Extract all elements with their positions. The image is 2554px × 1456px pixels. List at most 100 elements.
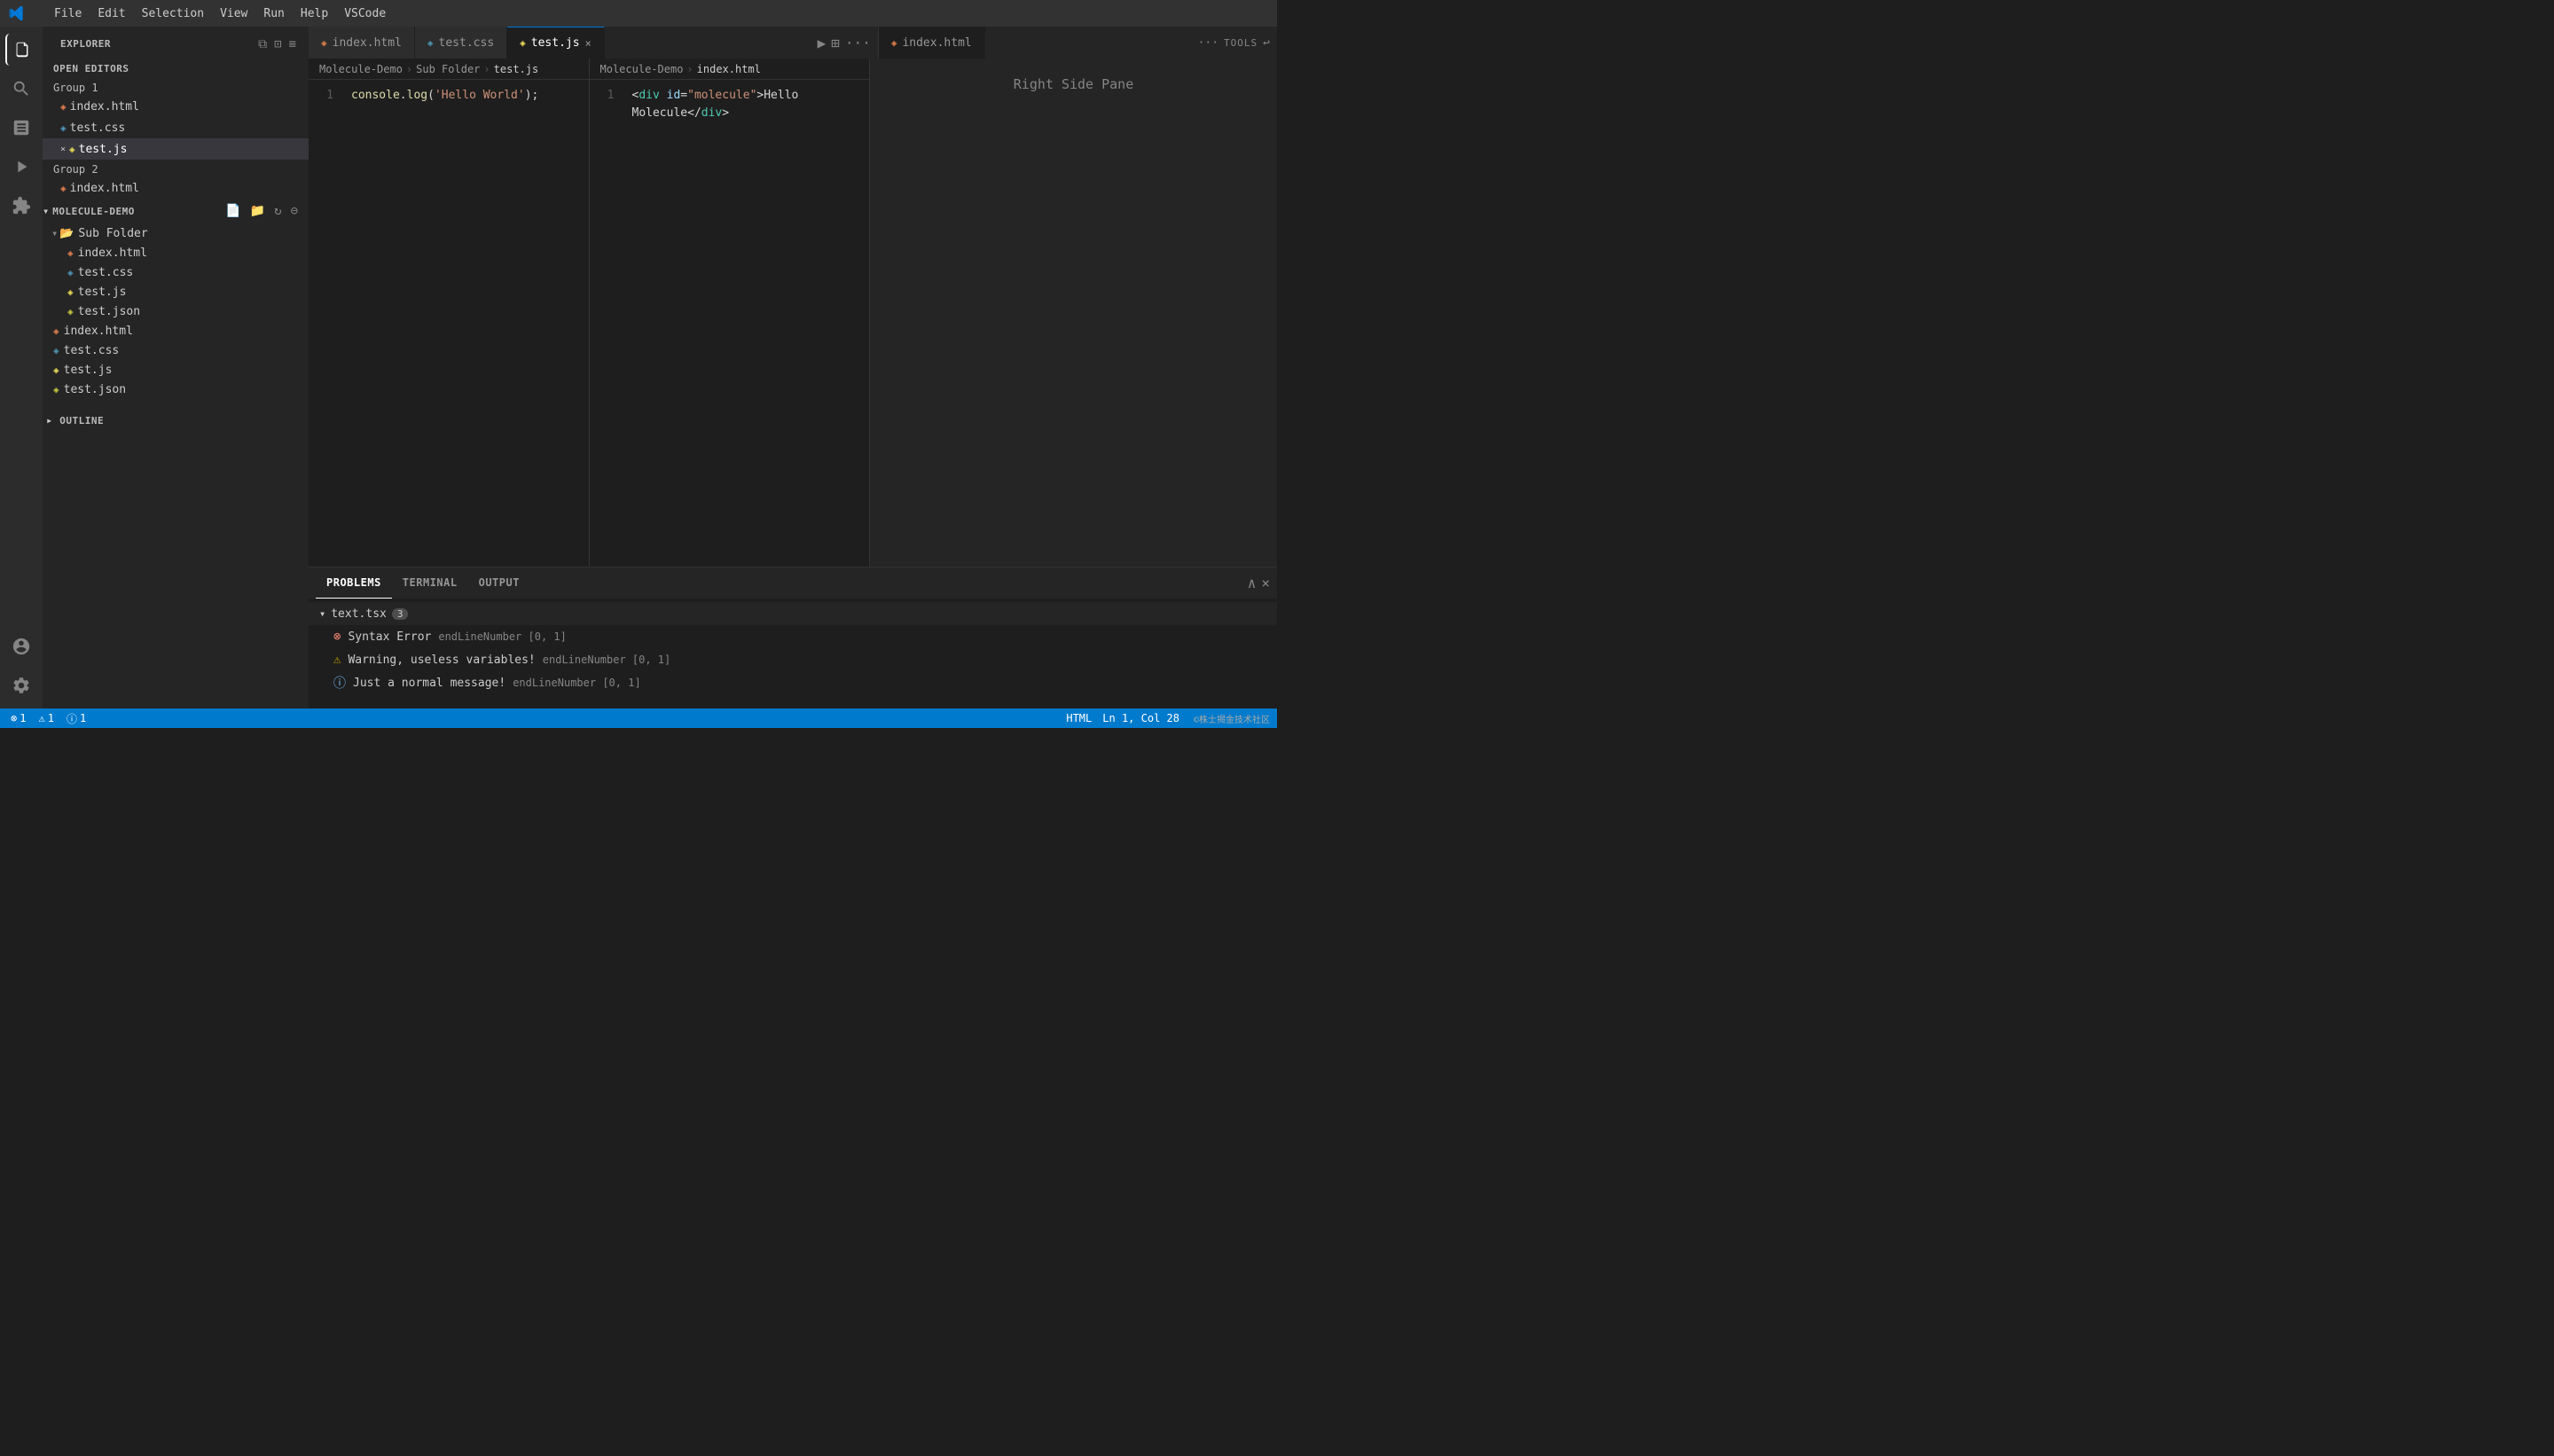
- menu-run[interactable]: Run: [256, 5, 291, 22]
- tab-label: index.html: [333, 36, 402, 50]
- right-breadcrumb: Molecule-Demo › index.html: [590, 59, 870, 80]
- refresh-icon[interactable]: ↻: [270, 202, 285, 220]
- group-1-label[interactable]: Group 1: [43, 78, 309, 96]
- copy-icon[interactable]: ⧉: [256, 35, 269, 53]
- problem-error-item[interactable]: ⊗ Syntax Error endLineNumber [0, 1]: [309, 625, 1277, 648]
- info-icon: ⓘ: [333, 674, 346, 692]
- status-bar: ⊗ 1 ⚠ 1 ⓘ 1 HTML Ln 1, Col 28 ©株士揭金技术社区: [0, 708, 1277, 728]
- tab-test-css[interactable]: ◈ test.css: [415, 27, 507, 59]
- info-status[interactable]: ⓘ 1: [63, 711, 90, 726]
- open-editor-index-html[interactable]: ◈ index.html: [43, 96, 309, 117]
- file-name: index.html: [70, 182, 139, 195]
- warnings-status[interactable]: ⚠ 1: [35, 712, 57, 724]
- sidebar-header: Explorer ⧉ ⊡ ≡: [43, 27, 309, 58]
- open-editor-test-css[interactable]: ◈ test.css: [43, 117, 309, 138]
- open-editor-group2-index-html[interactable]: ◈ index.html: [43, 177, 309, 199]
- vscode-logo-icon: [9, 5, 25, 21]
- code-eq: =: [680, 89, 687, 102]
- menu-edit[interactable]: Edit: [90, 5, 132, 22]
- tree-item-test-css[interactable]: ◈ test.css: [43, 262, 309, 282]
- code-close-tag: </: [687, 106, 701, 120]
- settings-activity-icon[interactable]: [5, 669, 37, 701]
- language-status[interactable]: HTML: [1062, 712, 1095, 724]
- code-line-1: console.log('Hello World');: [351, 87, 589, 105]
- tools-label[interactable]: TOOLS: [1224, 37, 1257, 49]
- explorer-activity-icon[interactable]: [5, 34, 37, 66]
- warning-status-icon: ⚠: [38, 712, 44, 724]
- outline-header[interactable]: ▸ Outline: [43, 408, 309, 433]
- close-panel-icon[interactable]: ×: [1261, 575, 1270, 591]
- problem-detail: endLineNumber [0, 1]: [438, 630, 567, 643]
- tree-item-test-js[interactable]: ◈ test.js: [43, 282, 309, 301]
- tab-test-js[interactable]: ◈ test.js ×: [507, 27, 605, 59]
- account-activity-icon[interactable]: [5, 630, 37, 662]
- breadcrumb-root: Molecule-Demo: [319, 63, 403, 75]
- menu-help[interactable]: Help: [294, 5, 335, 22]
- extensions-activity-icon[interactable]: [5, 190, 37, 222]
- menu-selection[interactable]: Selection: [135, 5, 211, 22]
- search-activity-icon[interactable]: [5, 73, 37, 105]
- js-file-icon: ◈: [53, 364, 59, 376]
- sidebar-title: Explorer: [60, 38, 111, 50]
- sidebar: Explorer ⧉ ⊡ ≡ Open Editors Group 1 ◈ in…: [43, 27, 309, 708]
- tree-item-index-html[interactable]: ◈ index.html: [43, 243, 309, 262]
- problem-group-header[interactable]: ▾ text.tsx 3: [309, 602, 1277, 625]
- tree-item-test-json[interactable]: ◈ test.json: [43, 301, 309, 321]
- json-file-icon: ◈: [53, 384, 59, 395]
- more-actions-icon[interactable]: ···: [845, 35, 871, 51]
- problem-file-name: text.tsx: [331, 607, 387, 621]
- panel-tabs: PROBLEMS TERMINAL OUTPUT ∧ ×: [309, 568, 1277, 599]
- sub-folder-item[interactable]: ▾ 📂 Sub Folder: [43, 223, 309, 243]
- collapse-all-icon[interactable]: ≡: [287, 35, 298, 53]
- group-2-label[interactable]: Group 2: [43, 160, 309, 177]
- menu-vscode[interactable]: VSCode: [337, 5, 393, 22]
- right-breadcrumb-file: index.html: [697, 63, 761, 75]
- source-control-activity-icon[interactable]: [5, 112, 37, 144]
- tree-item-root-index[interactable]: ◈ index.html: [43, 321, 309, 341]
- problem-warning-item[interactable]: ⚠ Warning, useless variables! endLineNum…: [309, 648, 1277, 671]
- right-breadcrumb-root: Molecule-Demo: [600, 63, 684, 75]
- tab-output[interactable]: OUTPUT: [468, 568, 530, 599]
- editors-container: Molecule-Demo › Sub Folder › test.js 1 c…: [309, 59, 1277, 567]
- tab-problems[interactable]: PROBLEMS: [316, 568, 392, 599]
- position-status[interactable]: Ln 1, Col 28: [1099, 712, 1183, 724]
- breadcrumb-folder: Sub Folder: [416, 63, 480, 75]
- open-editor-test-js[interactable]: × ◈ test.js: [43, 138, 309, 160]
- tab-close-icon[interactable]: ×: [585, 37, 591, 50]
- html-tab-icon: ◈: [321, 37, 327, 49]
- open-editors-label[interactable]: Open Editors: [43, 58, 309, 78]
- js-icon: ◈: [69, 144, 75, 155]
- split-icon[interactable]: ⊡: [272, 35, 283, 53]
- breadcrumb-file: test.js: [494, 63, 539, 75]
- tab-index-html[interactable]: ◈ index.html: [309, 27, 415, 59]
- new-file-icon[interactable]: 📄: [222, 202, 244, 220]
- menu-file[interactable]: File: [47, 5, 89, 22]
- collapse-icon[interactable]: ⊖: [287, 202, 302, 220]
- split-editor-icon[interactable]: ⊞: [831, 35, 840, 51]
- menu-view[interactable]: View: [213, 5, 255, 22]
- tab-terminal[interactable]: TERMINAL: [392, 568, 468, 599]
- debug-activity-icon[interactable]: [5, 151, 37, 183]
- left-editor-content[interactable]: 1 console.log('Hello World');: [309, 80, 589, 567]
- back-icon[interactable]: ↩: [1263, 36, 1270, 50]
- tab-right-index-html[interactable]: ◈ index.html: [879, 27, 985, 59]
- new-folder-icon[interactable]: 📁: [247, 202, 269, 220]
- folder-title: Molecule-Demo: [52, 206, 135, 217]
- code-punct: .: [400, 89, 407, 102]
- subfolder-name: Sub Folder: [78, 227, 147, 240]
- code-close-gt: >: [722, 106, 729, 120]
- collapse-panel-icon[interactable]: ∧: [1248, 575, 1257, 591]
- code-string: 'Hello World': [435, 89, 525, 102]
- right-editor-content[interactable]: 1 <div id="molecule">Hello Molecule</div…: [590, 80, 870, 567]
- tree-item-root-js[interactable]: ◈ test.js: [43, 360, 309, 380]
- folder-header[interactable]: ▾ Molecule-Demo 📄 📁 ↻ ⊖: [43, 199, 309, 223]
- problem-info-item[interactable]: ⓘ Just a normal message! endLineNumber […: [309, 671, 1277, 694]
- tree-item-root-json[interactable]: ◈ test.json: [43, 380, 309, 399]
- css-file-icon: ◈: [53, 345, 59, 356]
- tree-item-root-css[interactable]: ◈ test.css: [43, 341, 309, 360]
- run-icon[interactable]: ▶: [818, 35, 827, 51]
- outline-title: Outline: [59, 415, 104, 427]
- sidebar-content: Open Editors Group 1 ◈ index.html ◈ test…: [43, 58, 309, 708]
- more-actions-right-icon[interactable]: ···: [1198, 36, 1218, 50]
- errors-status[interactable]: ⊗ 1: [7, 712, 29, 724]
